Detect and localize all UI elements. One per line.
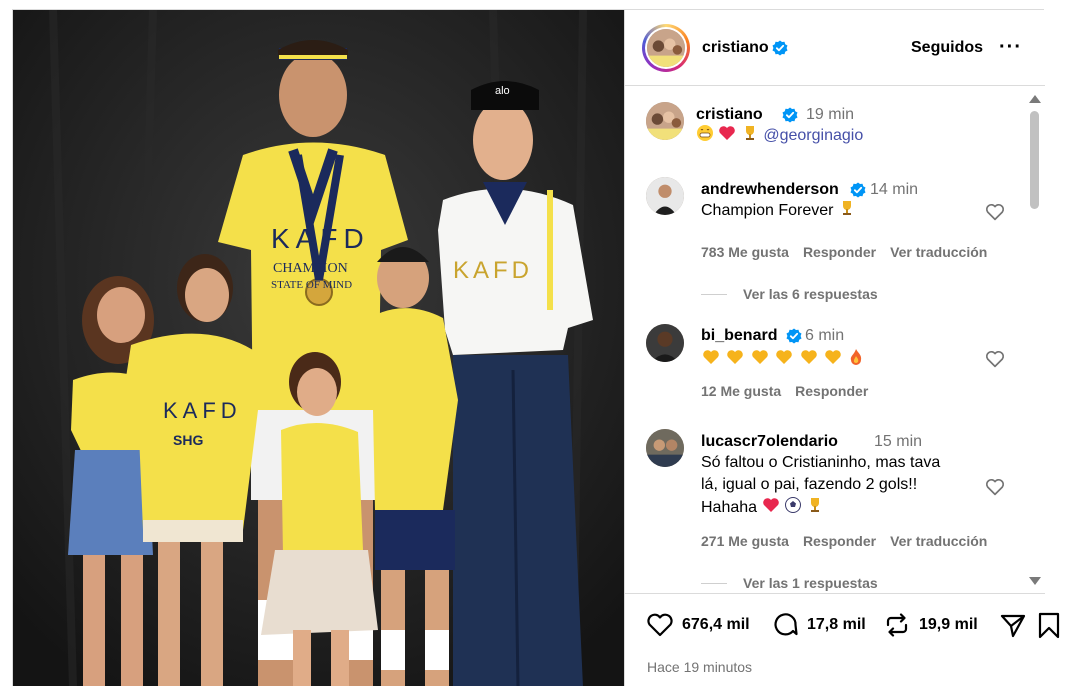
scroll-down-arrow-icon[interactable] bbox=[1029, 577, 1041, 585]
yellow-heart-emoji-icon bbox=[727, 350, 744, 364]
heart-emoji-icon bbox=[762, 498, 779, 512]
yellow-heart-emoji-icon bbox=[703, 350, 719, 364]
avatar-image bbox=[646, 324, 684, 362]
repost-button[interactable]: 19,9 mil bbox=[883, 612, 978, 638]
more-options-icon[interactable]: ··· bbox=[999, 36, 1022, 59]
post-header: cristiano Seguidos ··· bbox=[625, 10, 1045, 86]
like-button[interactable]: 676,4 mil bbox=[646, 612, 750, 638]
translate-button[interactable]: Ver traducción bbox=[890, 244, 987, 260]
comment-likes[interactable]: 12 Me gusta bbox=[701, 383, 781, 399]
comment-meta: 271 Me gusta Responder Ver traducción bbox=[701, 533, 1001, 549]
caption-username[interactable]: cristiano bbox=[696, 106, 763, 124]
comment-bubble-icon bbox=[774, 613, 798, 636]
like-comment-heart-icon[interactable] bbox=[985, 350, 1005, 368]
comment-meta: 783 Me gusta Responder Ver traducción bbox=[701, 244, 1001, 260]
post-photo[interactable]: KAFD CHAMPION STATE OF MIND alo KAFD KAF… bbox=[13, 10, 624, 686]
comment-time: 6 min bbox=[805, 327, 845, 344]
reply-button[interactable]: Responder bbox=[803, 244, 876, 260]
reply-button[interactable]: Responder bbox=[803, 533, 876, 549]
verified-badge-icon bbox=[772, 40, 788, 55]
reply-button[interactable]: Responder bbox=[795, 383, 868, 399]
reposts-count: 19,9 mil bbox=[919, 616, 978, 633]
comment-text-line: Só faltou o Cristianinho, mas tava bbox=[701, 454, 941, 471]
repost-icon bbox=[886, 613, 908, 637]
trophy-emoji-icon bbox=[842, 201, 851, 215]
family-photo-illustration: KAFD CHAMPION STATE OF MIND alo KAFD KAF… bbox=[13, 10, 624, 686]
view-replies-button[interactable]: Ver las 1 respuestas bbox=[701, 575, 878, 591]
mention-link[interactable]: @georginagio bbox=[763, 127, 863, 144]
caption-time: 19 min bbox=[806, 106, 855, 123]
comment-text-line: Hahaha bbox=[701, 496, 940, 519]
trophy-emoji-icon bbox=[745, 126, 754, 140]
comment-username[interactable]: lucascr7olendario bbox=[701, 433, 838, 451]
likes-count: 676,4 mil bbox=[682, 616, 750, 633]
avatar-image bbox=[646, 177, 684, 215]
following-button[interactable]: Seguidos bbox=[911, 39, 983, 57]
heart-icon bbox=[647, 613, 673, 637]
post-side-panel: cristiano Seguidos ··· cristiano 19 min … bbox=[624, 10, 1060, 686]
comment-avatar[interactable] bbox=[646, 429, 684, 467]
verified-badge-icon bbox=[850, 182, 866, 198]
view-replies-label: Ver las 1 respuestas bbox=[743, 575, 878, 591]
verified-badge-icon bbox=[786, 328, 802, 344]
caption-text: @georginagio bbox=[696, 124, 863, 147]
comment-likes[interactable]: 783 Me gusta bbox=[701, 244, 789, 260]
svg-text:KAFD: KAFD bbox=[453, 257, 533, 284]
comments-scrollbar[interactable] bbox=[1028, 95, 1041, 585]
caption-avatar[interactable] bbox=[646, 102, 684, 140]
post-modal: KAFD CHAMPION STATE OF MIND alo KAFD KAF… bbox=[12, 9, 1060, 686]
replies-divider bbox=[701, 582, 727, 584]
author-username[interactable]: cristiano bbox=[702, 39, 769, 57]
yellow-heart-emoji-icon bbox=[752, 350, 768, 364]
share-send-icon[interactable] bbox=[999, 613, 1027, 639]
translate-button[interactable]: Ver traducción bbox=[890, 533, 987, 549]
trophy-emoji-icon bbox=[811, 498, 820, 512]
comment-text: Só faltou o Cristianinho, mas tava lá, i… bbox=[701, 452, 940, 519]
avatar-image bbox=[646, 102, 684, 140]
author-avatar[interactable] bbox=[642, 23, 690, 72]
view-replies-label: Ver las 6 respuestas bbox=[743, 286, 878, 302]
yellow-heart-emoji-icon bbox=[825, 350, 842, 364]
jersey-slogan-2: STATE OF MIND bbox=[271, 279, 352, 291]
replies-divider bbox=[701, 293, 727, 295]
jersey-slogan-1: CHAMPION bbox=[273, 261, 348, 276]
comment-text bbox=[701, 348, 864, 371]
scroll-thumb[interactable] bbox=[1030, 111, 1039, 209]
view-replies-button[interactable]: Ver las 6 respuestas bbox=[701, 286, 878, 302]
comment-username[interactable]: andrewhenderson bbox=[701, 181, 839, 199]
like-comment-heart-icon[interactable] bbox=[985, 203, 1005, 221]
scroll-up-arrow-icon[interactable] bbox=[1029, 95, 1041, 103]
comment-username[interactable]: bi_benard bbox=[701, 327, 777, 345]
comment-text-line: lá, igual o pai, fazendo 2 gols!! bbox=[701, 476, 918, 493]
verified-badge-icon bbox=[782, 107, 798, 123]
comment-text: Champion Forever bbox=[701, 199, 856, 222]
comment-avatar[interactable] bbox=[646, 177, 684, 215]
heart-emoji-icon bbox=[719, 126, 736, 140]
grin-emoji-icon bbox=[697, 125, 713, 141]
svg-text:KAFD: KAFD bbox=[163, 398, 242, 423]
comments-count: 17,8 mil bbox=[807, 616, 866, 633]
jersey-sponsor-text: KAFD bbox=[271, 223, 370, 254]
yellow-heart-emoji-icon bbox=[801, 350, 817, 364]
comments-list[interactable]: cristiano 19 min @georginagio andrewhend… bbox=[625, 87, 1045, 593]
jersey-sponsor-2: SHG bbox=[173, 432, 203, 448]
bookmark-icon[interactable] bbox=[1037, 612, 1061, 640]
comment-avatar[interactable] bbox=[646, 324, 684, 362]
avatar-image bbox=[646, 429, 684, 467]
cap-logo-text: alo bbox=[495, 85, 510, 97]
comment-text-body: Champion Forever bbox=[701, 202, 834, 219]
like-comment-heart-icon[interactable] bbox=[985, 478, 1005, 496]
comment-button[interactable]: 17,8 mil bbox=[771, 612, 866, 638]
fire-emoji-icon bbox=[850, 349, 861, 365]
yellow-heart-emoji-icon bbox=[776, 350, 793, 364]
post-actions-bar: 676,4 mil 17,8 mil 19,9 mil Hace 19 minu… bbox=[625, 593, 1060, 686]
comment-time: 15 min bbox=[874, 433, 923, 450]
soccer-ball-emoji-icon bbox=[784, 497, 801, 513]
post-timestamp[interactable]: Hace 19 minutos bbox=[647, 659, 752, 675]
comment-time: 14 min bbox=[870, 181, 919, 198]
comment-meta: 12 Me gusta Responder bbox=[701, 383, 882, 399]
avatar-image bbox=[647, 28, 685, 67]
comment-text-body: Hahaha bbox=[701, 499, 758, 516]
comment-likes[interactable]: 271 Me gusta bbox=[701, 533, 789, 549]
